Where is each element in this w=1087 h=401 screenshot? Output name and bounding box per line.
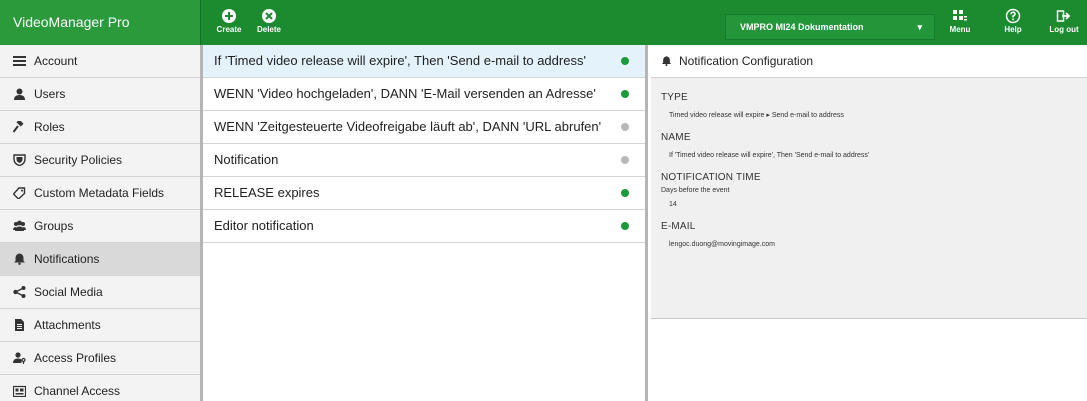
sidebar-item-label: Attachments	[34, 318, 101, 332]
list-item-label: WENN 'Zeitgesteuerte Videofreigabe läuft…	[214, 119, 602, 134]
sidebar-item-label: Notifications	[34, 252, 100, 266]
notification-list: If 'Timed video release will expire', Th…	[203, 45, 648, 401]
list-item-label: Notification	[214, 152, 279, 167]
help-icon	[1005, 8, 1021, 24]
delete-button[interactable]: Delete	[249, 0, 289, 45]
sidebar-item-users[interactable]: Users	[0, 78, 200, 111]
name-value: If 'Timed video release will expire', Th…	[669, 152, 870, 159]
sidebar-item-label: Channel Access	[34, 384, 121, 398]
top-bar: VideoManager Pro Create Delete VMPRO MI2…	[0, 0, 1087, 45]
gavel-icon	[13, 121, 24, 133]
list-item-label: If 'Timed video release will expire', Th…	[214, 53, 586, 68]
create-label: Create	[216, 25, 242, 34]
list-item-label: WENN 'Video hochgeladen', DANN 'E-Mail v…	[214, 86, 596, 101]
sidebar-item-social-media[interactable]: Social Media	[0, 276, 200, 309]
sidebar-item-attachments[interactable]: Attachments	[0, 309, 200, 342]
list-item-label: RELEASE expires	[214, 185, 320, 200]
plus-circle-icon	[222, 9, 236, 23]
logout-label: Log out	[1049, 25, 1079, 34]
sidebar-item-label: Account	[34, 54, 78, 68]
app-title: VideoManager Pro	[0, 0, 201, 45]
list-item[interactable]: RELEASE expires	[203, 177, 645, 210]
email-value: lengoc.duong@movingimage.com	[669, 241, 775, 248]
sidebar: Account Users Roles Security Policies Cu…	[0, 45, 203, 401]
list-icon	[13, 56, 26, 66]
notification-detail-panel: Notification Configuration TYPE Timed vi…	[651, 45, 1087, 401]
create-button[interactable]: Create	[209, 0, 249, 45]
file-icon	[15, 319, 24, 331]
list-item[interactable]: WENN 'Video hochgeladen', DANN 'E-Mail v…	[203, 78, 645, 111]
document-select[interactable]: VMPRO MI24 Dokumentation ▾	[725, 14, 935, 40]
list-item[interactable]: If 'Timed video release will expire', Th…	[203, 45, 645, 78]
detail-header: Notification Configuration	[651, 45, 1087, 78]
list-item[interactable]: Editor notification	[203, 210, 645, 243]
sidebar-item-channel-access[interactable]: Channel Access	[0, 375, 200, 401]
detail-body: TYPE Timed video release will expire ▸ S…	[651, 78, 1087, 319]
document-select-value: VMPRO MI24 Dokumentation	[740, 22, 864, 32]
sidebar-item-label: Roles	[34, 120, 65, 134]
status-dot-active	[621, 90, 629, 98]
sidebar-item-label: Groups	[34, 219, 74, 233]
notification-time-sublabel: Days before the event	[661, 187, 730, 194]
name-label: NAME	[661, 132, 691, 143]
email-label: E-MAIL	[661, 221, 696, 232]
delete-label: Delete	[256, 25, 281, 34]
status-dot-inactive	[621, 123, 629, 131]
sidebar-item-custom-metadata-fields[interactable]: Custom Metadata Fields	[0, 177, 200, 210]
users-icon	[13, 220, 26, 231]
help-label: Help	[1004, 25, 1022, 34]
list-item[interactable]: WENN 'Zeitgesteuerte Videofreigabe läuft…	[203, 111, 645, 144]
detail-title: Notification Configuration	[679, 54, 814, 68]
status-dot-active	[621, 222, 629, 230]
sidebar-item-label: Access Profiles	[34, 351, 117, 365]
shield-icon	[13, 154, 26, 166]
sidebar-item-label: Users	[34, 87, 66, 101]
sidebar-item-label: Security Policies	[34, 153, 123, 167]
grid-icon	[953, 10, 967, 21]
bell-icon	[661, 56, 672, 67]
sidebar-item-groups[interactable]: Groups	[0, 210, 200, 243]
help-button[interactable]: Help	[993, 0, 1033, 45]
sidebar-item-security-policies[interactable]: Security Policies	[0, 144, 200, 177]
logout-button[interactable]: Log out	[1044, 0, 1084, 45]
menu-label: Menu	[949, 25, 971, 34]
share-icon	[13, 286, 26, 298]
chevron-down-icon: ▾	[917, 22, 922, 32]
sidebar-item-account[interactable]: Account	[0, 45, 200, 78]
user-icon	[14, 88, 25, 100]
user-key-icon	[13, 352, 26, 364]
list-item-label: Editor notification	[214, 218, 314, 233]
notification-time-value: 14	[669, 201, 677, 208]
type-label: TYPE	[661, 92, 688, 103]
list-item[interactable]: Notification	[203, 144, 645, 177]
tag-icon	[13, 187, 26, 199]
type-value: Timed video release will expire ▸ Send e…	[669, 112, 844, 119]
x-circle-icon	[262, 9, 276, 23]
sidebar-item-notifications[interactable]: Notifications	[0, 243, 200, 276]
status-dot-active	[621, 57, 629, 65]
sidebar-item-access-profiles[interactable]: Access Profiles	[0, 342, 200, 375]
sidebar-item-label: Custom Metadata Fields	[34, 186, 165, 200]
bell-icon	[14, 253, 25, 265]
channel-icon	[13, 385, 26, 397]
sidebar-item-label: Social Media	[34, 285, 103, 299]
status-dot-inactive	[621, 156, 629, 164]
logout-icon	[1056, 10, 1071, 22]
sidebar-item-roles[interactable]: Roles	[0, 111, 200, 144]
notification-time-label: NOTIFICATION TIME	[661, 172, 761, 183]
menu-button[interactable]: Menu	[940, 0, 980, 45]
status-dot-active	[621, 189, 629, 197]
